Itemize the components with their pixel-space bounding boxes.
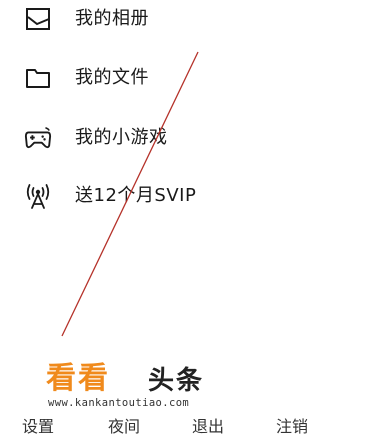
menu-item-label: 送12个月SVIP (75, 185, 197, 206)
menu-item-label: 我的相册 (75, 8, 149, 29)
watermark-logo-text: 看看 (46, 361, 110, 396)
photo-album-icon (24, 5, 52, 33)
watermark: 看看 头条 www.kankantoutiao.com (36, 358, 266, 414)
menu-item-my-files[interactable]: 我的文件 (0, 55, 300, 101)
settings-button[interactable]: 设置 (22, 418, 54, 435)
bottom-action-bar: 设置 夜间 退出 注销 (0, 414, 372, 435)
menu-item-my-album[interactable]: 我的相册 (0, 0, 300, 42)
menu-item-label: 我的小游戏 (75, 127, 168, 148)
broadcast-tower-icon (24, 182, 52, 210)
folder-icon (24, 64, 52, 92)
logout-button[interactable]: 退出 (192, 418, 224, 435)
menu-item-svip-gift[interactable]: 送12个月SVIP (0, 173, 300, 219)
watermark-url: www.kankantoutiao.com (48, 397, 190, 409)
deregister-button[interactable]: 注销 (276, 418, 308, 435)
night-mode-button[interactable]: 夜间 (108, 418, 140, 435)
menu-item-label: 我的文件 (75, 67, 149, 88)
account-menu-page: 我的相册 我的文件 我的小游戏 送12个月SVIP 设置 夜间 退出 注销 看看… (0, 0, 372, 435)
menu-item-my-mini-games[interactable]: 我的小游戏 (0, 115, 300, 161)
watermark-logo-suffix: 头条 (148, 366, 205, 396)
gamepad-icon (24, 124, 52, 152)
